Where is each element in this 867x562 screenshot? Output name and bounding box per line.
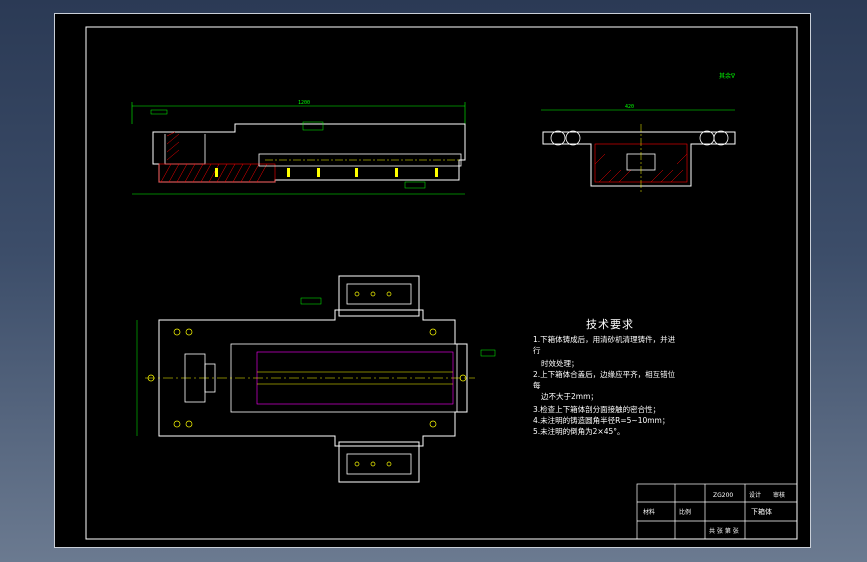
plan-view [136, 275, 496, 483]
roughness-mark: 其余∇ [719, 72, 736, 80]
top-view-dim-label: 1200 [298, 100, 310, 106]
title-block-scale: 比例 [679, 509, 692, 516]
title-block-checker: 审核 [773, 492, 786, 499]
technical-requirements-title: 技术要求 [586, 318, 634, 331]
tech-req-line-8: 4.未注明的铸造圆角半径R=5~10mm； [533, 416, 670, 425]
title-block-sheet: 共 张 第 张 [709, 528, 739, 535]
title-block-part-name: 下箱体 [751, 508, 772, 516]
tech-req-line-1: 1.下箱体铸成后，用清砂机清理铸件，并进 [533, 335, 676, 344]
title-block-drawing-no: ZG200 [713, 492, 734, 499]
tech-req-line-6: 边不大于2mm； [541, 392, 598, 401]
tech-req-line-3: 时效处理； [541, 359, 579, 368]
tech-req-line-9: 5.未注明的倒角为2×45°。 [533, 427, 625, 436]
tech-req-line-7: 3.检查上下箱体剖分面接触的密合性； [533, 405, 661, 414]
inner-border [85, 26, 798, 540]
title-block-material: 材料 [643, 509, 656, 516]
front-section-view: 1200 [131, 100, 466, 195]
title-block-designer: 设计 [749, 492, 762, 499]
side-view-dim-label: 420 [625, 104, 634, 110]
tech-req-line-2: 行 [533, 346, 541, 355]
tech-req-line-4: 2.上下箱体合盖后，边缘应平齐，相互错位 [533, 370, 676, 379]
drawing-sheet: 1200 420 其余∇ 技术要求 1.下箱体铸成后，用清砂机清理铸件，并进 行… [54, 13, 811, 548]
side-section-view: 420 其余∇ [541, 72, 736, 192]
cad-drawing: 1200 420 其余∇ [85, 26, 798, 540]
tech-req-line-5: 每 [533, 381, 541, 390]
